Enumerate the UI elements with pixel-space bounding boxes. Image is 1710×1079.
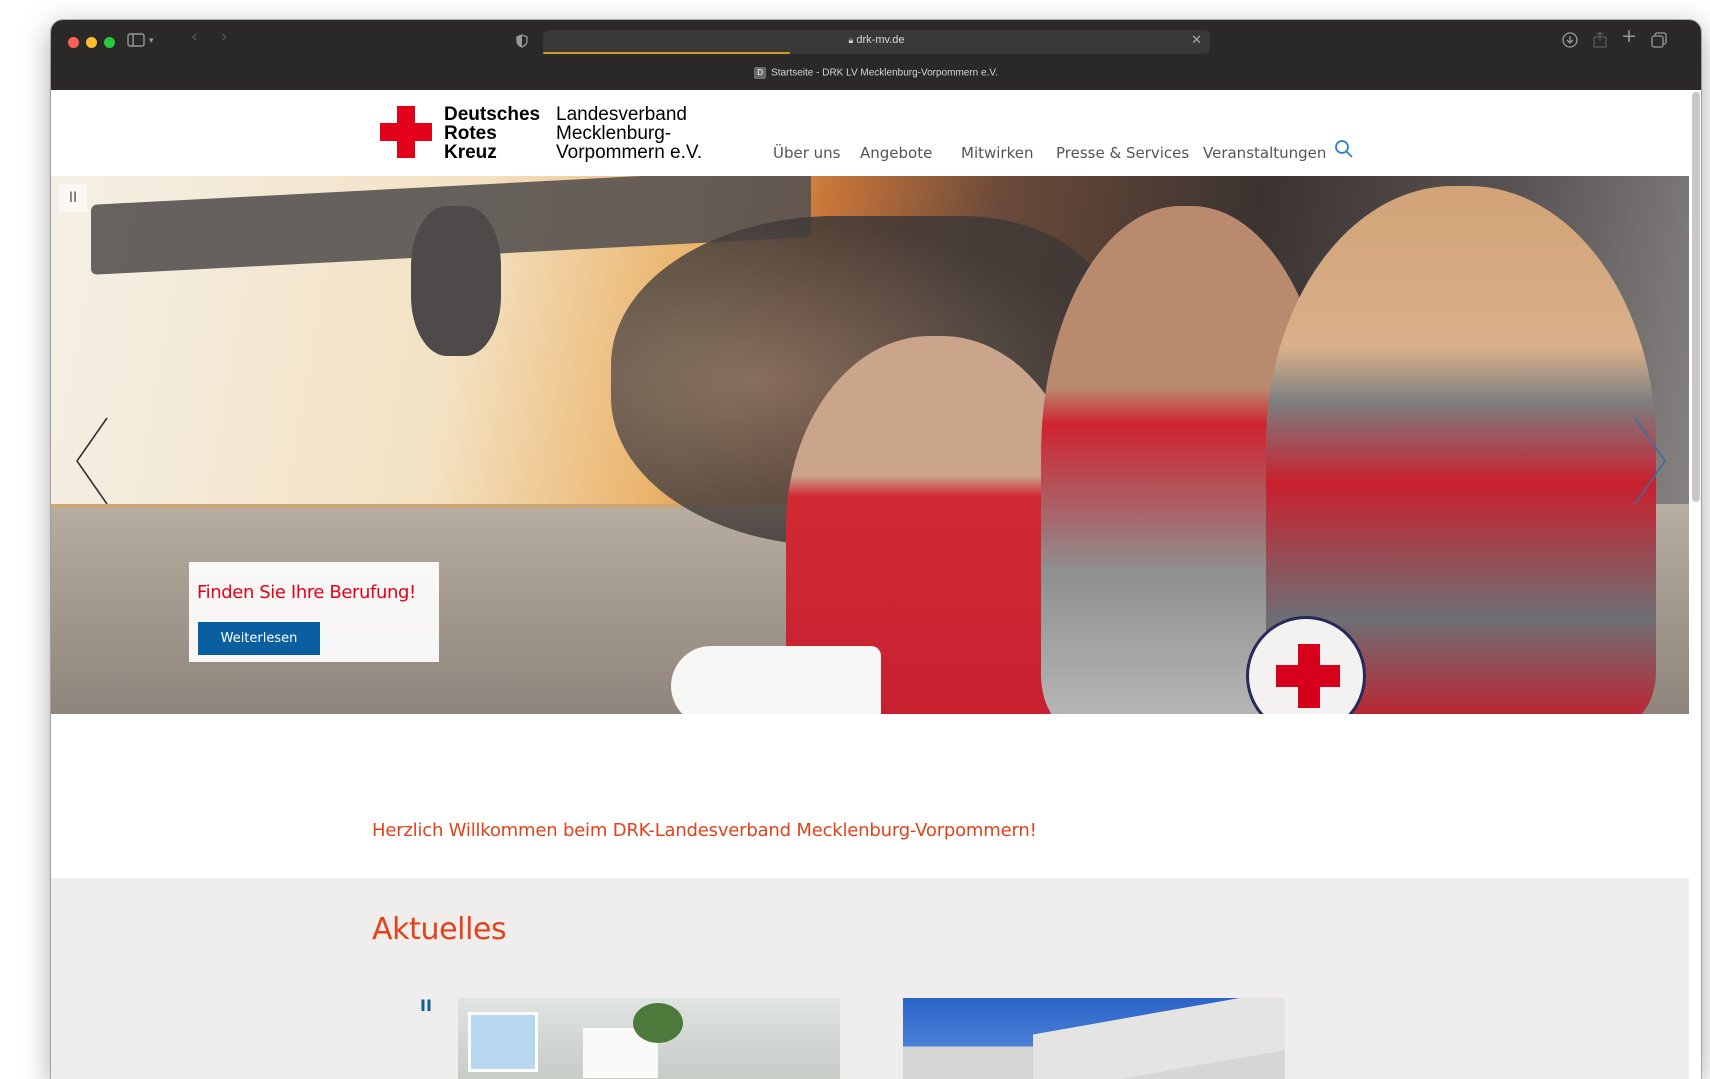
logo-line: Mecklenburg- <box>556 123 672 144</box>
page-scrollbar[interactable] <box>1692 92 1700 502</box>
slider-pause-button[interactable]: II <box>59 184 87 212</box>
page-load-progress <box>543 52 790 54</box>
chevron-left-icon[interactable] <box>73 416 113 506</box>
tabs-icon[interactable] <box>1651 32 1667 51</box>
tab-title: Startseite - DRK LV Mecklenburg-Vorpomme… <box>771 67 998 79</box>
rolled-paper <box>671 646 881 714</box>
search-icon[interactable] <box>1333 138 1355 160</box>
logo-association-name[interactable]: Landesverband Mecklenburg- Vorpommern e.… <box>556 105 716 162</box>
download-icon[interactable] <box>1562 32 1578 51</box>
airplane-engine <box>411 206 501 356</box>
url-display[interactable]: 🔒︎ drk-mv.de <box>543 34 1210 46</box>
slide-caption-title: Finden Sie Ihre Berufung! <box>197 582 416 603</box>
logo-line: Landesverband <box>556 104 687 125</box>
nav-item-presse-services[interactable]: Presse & Services <box>1056 144 1189 164</box>
minimize-window-button[interactable] <box>86 37 97 48</box>
news-card-image[interactable] <box>458 998 840 1079</box>
shield-icon[interactable] <box>516 34 528 51</box>
logo-line: Deutsches <box>444 104 541 125</box>
chevron-down-icon[interactable]: ▾ <box>149 35 154 48</box>
logo-organization-name[interactable]: Deutsches Rotes Kreuz <box>444 105 554 162</box>
browser-toolbar: ▾ ‹ › 🔒︎ drk-mv.de ✕ + D Startseite - DRK… <box>51 20 1701 90</box>
slide-caption: Finden Sie Ihre Berufung! Weiterlesen <box>189 562 439 662</box>
logo-line: Rotes <box>444 123 497 144</box>
favicon: D <box>754 67 767 79</box>
forward-icon[interactable]: › <box>221 29 228 46</box>
logo-line: Kreuz <box>444 142 497 163</box>
welcome-section <box>51 714 1689 878</box>
news-pause-button[interactable]: II <box>420 996 432 1015</box>
sidebar-icon[interactable] <box>127 33 145 50</box>
browser-window: ▾ ‹ › 🔒︎ drk-mv.de ✕ + D Startseite - DRK… <box>51 20 1701 1079</box>
web-page: Deutsches Rotes Kreuz Landesverband Meck… <box>51 90 1689 1079</box>
nav-item-angebote[interactable]: Angebote <box>860 144 932 164</box>
share-icon[interactable] <box>1593 31 1607 51</box>
news-card-image[interactable] <box>903 998 1285 1079</box>
nav-item-veranstaltungen[interactable]: Veranstaltungen <box>1203 144 1326 164</box>
url-text: drk-mv.de <box>856 34 905 46</box>
nav-item-ueber-uns[interactable]: Über uns <box>773 144 841 164</box>
nav-item-mitwirken[interactable]: Mitwirken <box>961 144 1033 164</box>
red-cross-logo[interactable] <box>380 106 432 158</box>
read-more-button[interactable]: Weiterlesen <box>198 622 320 655</box>
hero-horizon <box>51 504 751 508</box>
welcome-heading: Herzlich Willkommen beim DRK-Landesverba… <box>372 820 1037 841</box>
site-header: Deutsches Rotes Kreuz Landesverband Meck… <box>51 90 1689 176</box>
tab-bar: D Startseite - DRK LV Mecklenburg-Vorpomm… <box>51 56 1701 90</box>
address-bar[interactable]: 🔒︎ drk-mv.de ✕ <box>543 30 1210 54</box>
zoom-window-button[interactable] <box>104 37 115 48</box>
close-window-button[interactable] <box>68 37 79 48</box>
news-section: Aktuelles II <box>51 878 1689 1079</box>
new-tab-icon[interactable]: + <box>1621 27 1637 46</box>
hero-slider: II Finden Sie Ihre Berufung! Weiterlesen <box>51 176 1689 714</box>
logo-line: Vorpommern e.V. <box>556 142 703 163</box>
lock-icon: 🔒︎ <box>848 35 854 45</box>
chevron-right-icon[interactable] <box>1629 416 1669 506</box>
active-tab[interactable]: D Startseite - DRK LV Mecklenburg-Vorpomm… <box>51 67 1701 79</box>
back-icon[interactable]: ‹ <box>191 29 198 46</box>
news-heading: Aktuelles <box>372 912 507 947</box>
stop-loading-icon[interactable]: ✕ <box>1191 33 1202 48</box>
